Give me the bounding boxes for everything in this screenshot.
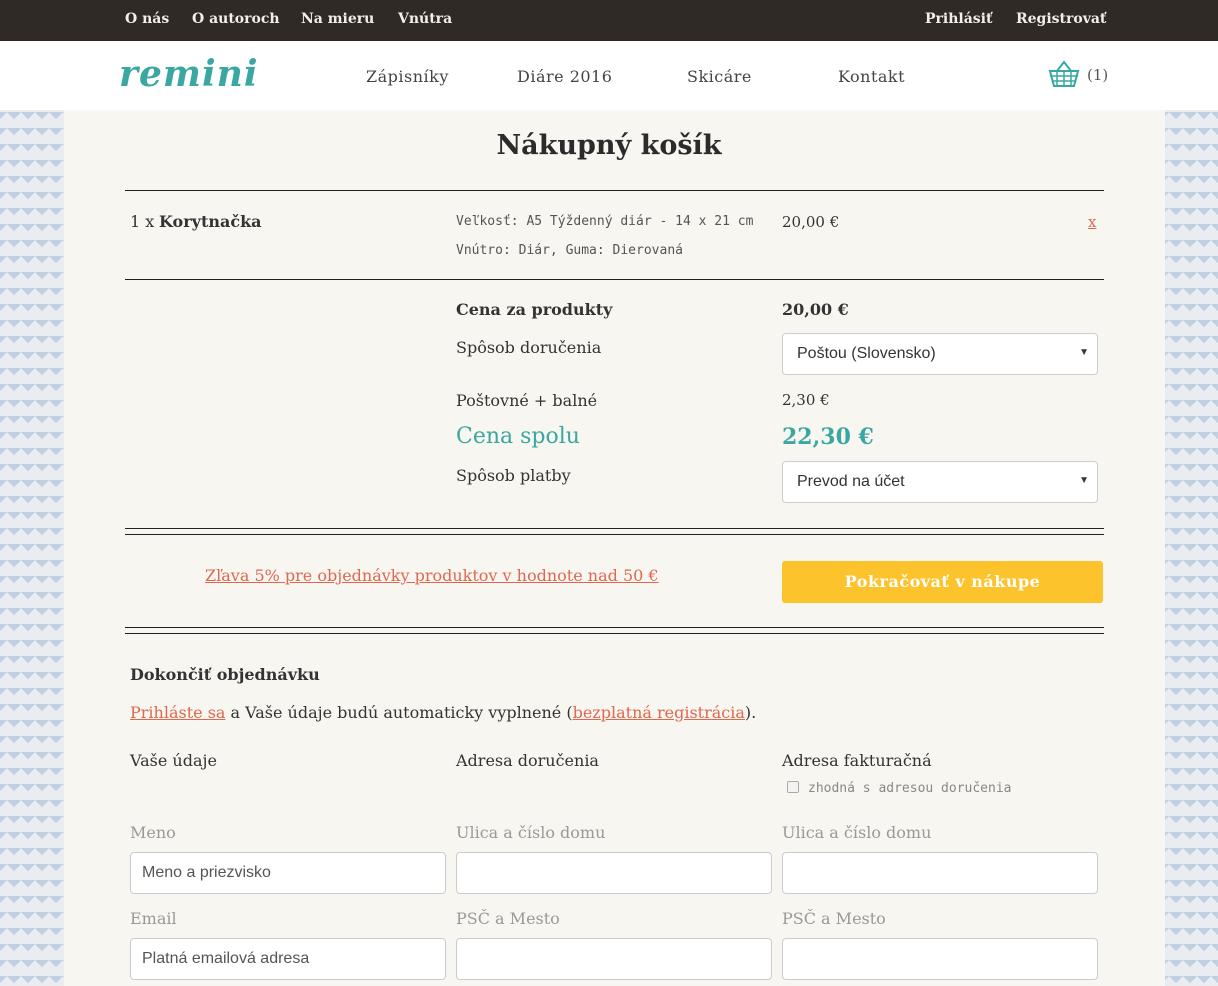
postage-value: 2,30 €: [782, 391, 830, 409]
payment-select[interactable]: Prevod na účet ▼: [782, 461, 1098, 503]
register-link[interactable]: Registrovať: [1016, 11, 1106, 27]
login-prompt: Prihláste sa a Vaše údaje budú automatic…: [130, 703, 756, 722]
divider: [125, 190, 1104, 191]
delivery-address-heading: Adresa doručenia: [456, 751, 599, 770]
nav-sketchbooks[interactable]: Skicáre: [687, 67, 752, 86]
divider: [125, 633, 1104, 634]
total-value: 22,30 €: [782, 424, 874, 450]
nav-diaries[interactable]: Diáre 2016: [517, 67, 612, 86]
email-field[interactable]: Platná emailová adresa: [130, 938, 446, 980]
item-name: Korytnačka: [159, 212, 262, 231]
top-bar: O nás O autoroch Na mieru Vnútra Prihlás…: [0, 0, 1218, 41]
free-registration-link[interactable]: bezplatná registrácia: [573, 703, 745, 722]
divider: [125, 627, 1104, 628]
chevron-down-icon: ▼: [1079, 475, 1089, 486]
item-price: 20,00 €: [782, 213, 840, 231]
divider: [125, 279, 1104, 280]
nav-inner[interactable]: Vnútra: [398, 11, 452, 27]
payment-label: Spôsob platby: [456, 466, 571, 485]
nav-authors[interactable]: O autoroch: [192, 11, 280, 27]
your-details-heading: Vaše údaje: [130, 751, 217, 770]
name-field[interactable]: Meno a priezvisko: [130, 852, 446, 894]
billing-zip-field[interactable]: [782, 938, 1098, 980]
same-address-checkbox[interactable]: [787, 781, 799, 793]
item-qty: 1 x: [130, 212, 155, 231]
divider: [125, 534, 1104, 535]
delivery-select-value: Poštou (Slovensko): [797, 345, 936, 362]
page-title: Nákupný košík: [496, 130, 722, 161]
nav-custom[interactable]: Na mieru: [301, 11, 374, 27]
divider: [125, 528, 1104, 529]
products-price-label: Cena za produkty: [456, 300, 613, 319]
nav-notebooks[interactable]: Zápisníky: [366, 67, 449, 86]
total-label: Cena spolu: [456, 424, 580, 449]
billing-street-label: Ulica a číslo domu: [782, 823, 932, 842]
login-prompt-end: ).: [744, 703, 757, 722]
checkout-heading: Dokončiť objednávku: [130, 665, 320, 684]
discount-link[interactable]: Zľava 5% pre objednávky produktov v hodn…: [205, 566, 659, 585]
item-detail-size: Veľkosť: A5 Týždenný diár - 14 x 21 cm: [456, 214, 754, 229]
delivery-street-label: Ulica a číslo domu: [456, 823, 606, 842]
item-detail-options: Vnútro: Diár, Guma: Dierovaná: [456, 243, 683, 258]
delivery-street-field[interactable]: [456, 852, 772, 894]
delivery-select[interactable]: Poštou (Slovensko) ▼: [782, 333, 1098, 375]
delivery-zip-field[interactable]: [456, 938, 772, 980]
billing-zip-label: PSČ a Mesto: [782, 909, 886, 928]
login-link[interactable]: Prihlásiť: [925, 11, 992, 27]
delivery-label: Spôsob doručenia: [456, 338, 602, 357]
remove-item-button[interactable]: x: [1088, 213, 1096, 231]
cart-count[interactable]: (1): [1087, 66, 1108, 84]
same-address-label: zhodná s adresou doručenia: [808, 781, 1012, 796]
email-label: Email: [130, 909, 177, 928]
name-label: Meno: [130, 823, 176, 842]
billing-address-heading: Adresa fakturačná: [782, 751, 932, 770]
login-prompt-link[interactable]: Prihláste sa: [130, 703, 225, 722]
continue-shopping-button[interactable]: Pokračovať v nákupe: [782, 561, 1103, 603]
cart-icon[interactable]: [1048, 60, 1080, 92]
nav-about[interactable]: O nás: [125, 11, 169, 27]
billing-street-field[interactable]: [782, 852, 1098, 894]
postage-label: Poštovné + balné: [456, 391, 598, 410]
products-price-value: 20,00 €: [782, 300, 849, 319]
chevron-down-icon: ▼: [1079, 347, 1089, 358]
delivery-zip-label: PSČ a Mesto: [456, 909, 560, 928]
login-prompt-text: a Vaše údaje budú automaticky vyplnené (: [230, 703, 573, 722]
logo[interactable]: remini: [119, 53, 259, 95]
payment-select-value: Prevod na účet: [797, 473, 905, 490]
nav-contact[interactable]: Kontakt: [838, 67, 905, 86]
